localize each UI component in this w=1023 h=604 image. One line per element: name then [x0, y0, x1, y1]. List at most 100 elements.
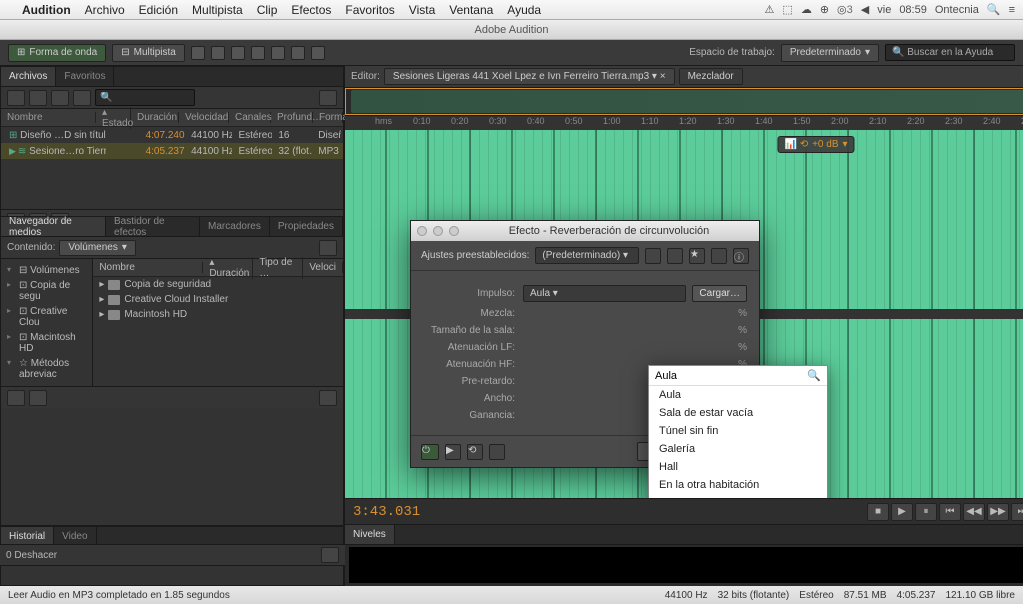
list-item[interactable]: ▸ Copia de seguridad	[93, 277, 343, 292]
presets-label: Ajustes preestablecidos:	[421, 250, 529, 261]
tree-item[interactable]: ☆ Métodos abreviac	[5, 356, 88, 382]
tab-archivos[interactable]: Archivos	[1, 67, 56, 86]
menu-vista[interactable]: Vista	[409, 3, 435, 17]
play-preview-button[interactable]: ▶	[445, 444, 461, 460]
volume-icon[interactable]	[319, 390, 337, 406]
go-end-button[interactable]: ⏭	[1011, 503, 1023, 521]
list-item[interactable]: ▸ Creative Cloud Installer	[93, 292, 343, 307]
menu-archivo[interactable]: Archivo	[85, 3, 125, 17]
tool-icon[interactable]	[191, 46, 205, 60]
waveform-view-button[interactable]: ⊞ Forma de onda	[8, 44, 106, 62]
folder-tree[interactable]: ⊟ Volúmenes ⊡ Copia de segu ⊡ Creative C…	[1, 259, 93, 386]
app-menu[interactable]: Audition	[22, 3, 71, 17]
tool-icon[interactable]	[211, 46, 225, 60]
tab-media-browser[interactable]: Navegador de medios	[1, 217, 106, 236]
settings-icon[interactable]	[711, 248, 727, 264]
file-row[interactable]: ⊞ Diseño …D sin título 1 * 4:07.240 4410…	[1, 127, 343, 143]
list-item[interactable]: ▸ Macintosh HD	[93, 307, 343, 322]
dropdown-item[interactable]: Sala de estar vacía	[649, 404, 827, 422]
tool-icon[interactable]	[231, 46, 245, 60]
content-select[interactable]: Volúmenes ▾	[59, 240, 136, 256]
toolbar-icon[interactable]	[51, 90, 69, 106]
trash-icon[interactable]	[321, 547, 339, 563]
tool-icon[interactable]	[271, 46, 285, 60]
tool-icon[interactable]	[251, 46, 265, 60]
user-name[interactable]: Ontecnia	[935, 4, 979, 16]
forward-button[interactable]: ▶▶	[987, 503, 1009, 521]
tree-item[interactable]: ⊡ Copia de segu	[5, 278, 88, 304]
file-row[interactable]: ▶≋ Sesione…ro Tierra.mp3 4:05.237 44100 …	[1, 143, 343, 159]
preset-select[interactable]: (Predeterminado) ▾	[535, 247, 639, 264]
dialog-title: Efecto - Reverberación de circunvolución	[465, 225, 753, 237]
time-ruler[interactable]: hms0:100:200:300:400:501:001:101:201:301…	[345, 116, 1023, 130]
loop-button[interactable]	[29, 390, 47, 406]
info-icon[interactable]: ⓘ	[733, 248, 749, 264]
tree-item[interactable]: ⊡ Macintosh HD	[5, 330, 88, 356]
tab-properties[interactable]: Propiedades	[270, 217, 343, 236]
mac-menubar: Audition Archivo Edición Multipista Clip…	[0, 0, 1023, 20]
rewind-button[interactable]: ◀◀	[963, 503, 985, 521]
new-file-button[interactable]	[7, 90, 25, 106]
panel-menu-icon[interactable]	[319, 90, 337, 106]
close-icon[interactable]	[417, 226, 427, 236]
load-impulse-button[interactable]: Cargar…	[692, 285, 747, 302]
cc-badge[interactable]: ◎3	[837, 3, 853, 16]
spotlight-icon[interactable]: 🔍	[987, 3, 1001, 16]
tab-markers[interactable]: Marcadores	[200, 217, 270, 236]
delete-preset-icon[interactable]	[667, 248, 683, 264]
help-search-input[interactable]: 🔍 Buscar en la Ayuda	[885, 44, 1015, 61]
settings-icon[interactable]	[489, 444, 505, 460]
dropdown-item[interactable]: Hall	[649, 458, 827, 476]
tool-icon[interactable]	[291, 46, 305, 60]
go-start-button[interactable]: ⏮	[939, 503, 961, 521]
impulse-select[interactable]: Aula ▾	[523, 285, 686, 302]
tab-levels[interactable]: Niveles	[345, 525, 395, 544]
filter-input[interactable]	[95, 89, 195, 106]
minimize-icon[interactable]	[433, 226, 443, 236]
menu-clip[interactable]: Clip	[257, 3, 278, 17]
play-button[interactable]: ▶	[891, 503, 913, 521]
power-button[interactable]: ⏻	[421, 444, 439, 460]
dropdown-search-input[interactable]	[655, 370, 803, 382]
stop-button[interactable]: ■	[867, 503, 889, 521]
dropdown-item[interactable]: Aula	[649, 386, 827, 404]
list-header: Nombre ▴ Duración Tipo de … Veloci	[93, 259, 343, 277]
dropdown-item[interactable]: En la otra habitación	[649, 476, 827, 494]
dropdown-item[interactable]: Túnel sin fin	[649, 422, 827, 440]
save-preset-icon[interactable]	[645, 248, 661, 264]
tab-favoritos[interactable]: Favoritos	[56, 67, 114, 86]
workspace-select[interactable]: Predeterminado ▾	[781, 44, 879, 62]
overview-waveform[interactable]	[345, 88, 1023, 116]
fav-icon[interactable]: ★	[689, 248, 705, 264]
mixer-tab[interactable]: Mezclador	[679, 68, 743, 85]
open-file-button[interactable]	[29, 90, 47, 106]
toolbar-icon[interactable]	[73, 90, 91, 106]
editor-file-tab[interactable]: Sesiones Ligeras 441 Xoel Lpez e Ivn Fer…	[384, 68, 675, 85]
tree-item[interactable]: ⊡ Creative Clou	[5, 304, 88, 330]
menu-ayuda[interactable]: Ayuda	[507, 3, 541, 17]
menu-efectos[interactable]: Efectos	[291, 3, 331, 17]
gain-hud[interactable]: 📊 ⟲ +0 dB ▾	[777, 136, 854, 153]
pause-button[interactable]: ⏸	[915, 503, 937, 521]
impulse-dropdown[interactable]: 🔍 Aula Sala de estar vacía Túnel sin fin…	[648, 365, 828, 498]
dropdown-item[interactable]: Galería	[649, 440, 827, 458]
menu-edicion[interactable]: Edición	[139, 3, 178, 17]
menu-icon[interactable]: ≡	[1009, 4, 1015, 16]
menu-favoritos[interactable]: Favoritos	[345, 3, 394, 17]
menu-multipista[interactable]: Multipista	[192, 3, 243, 17]
menu-ventana[interactable]: Ventana	[449, 3, 493, 17]
tree-item[interactable]: ⊟ Volúmenes	[5, 263, 88, 278]
zoom-icon[interactable]	[449, 226, 459, 236]
tab-effects-rack[interactable]: Bastidor de efectos	[106, 217, 200, 236]
loop-preview-button[interactable]: ⟲	[467, 444, 483, 460]
filter-icon[interactable]	[319, 240, 337, 256]
multitrack-view-button[interactable]: ⊟ Multipista	[112, 44, 185, 62]
tool-icon[interactable]	[311, 46, 325, 60]
dialog-titlebar[interactable]: Efecto - Reverberación de circunvolución	[411, 221, 759, 241]
timecode-display[interactable]: 3:43.031	[353, 504, 420, 520]
waveform-display[interactable]: dB-3-6-9-15-21-33 dB-3-6-9-15-21-33 📊 ⟲ …	[345, 130, 1023, 498]
status-icon: ⚠	[765, 3, 775, 16]
dropdown-item[interactable]: Interior del coche	[649, 494, 827, 498]
play-button[interactable]	[7, 390, 25, 406]
volume-icon[interactable]: ◀	[861, 3, 869, 16]
